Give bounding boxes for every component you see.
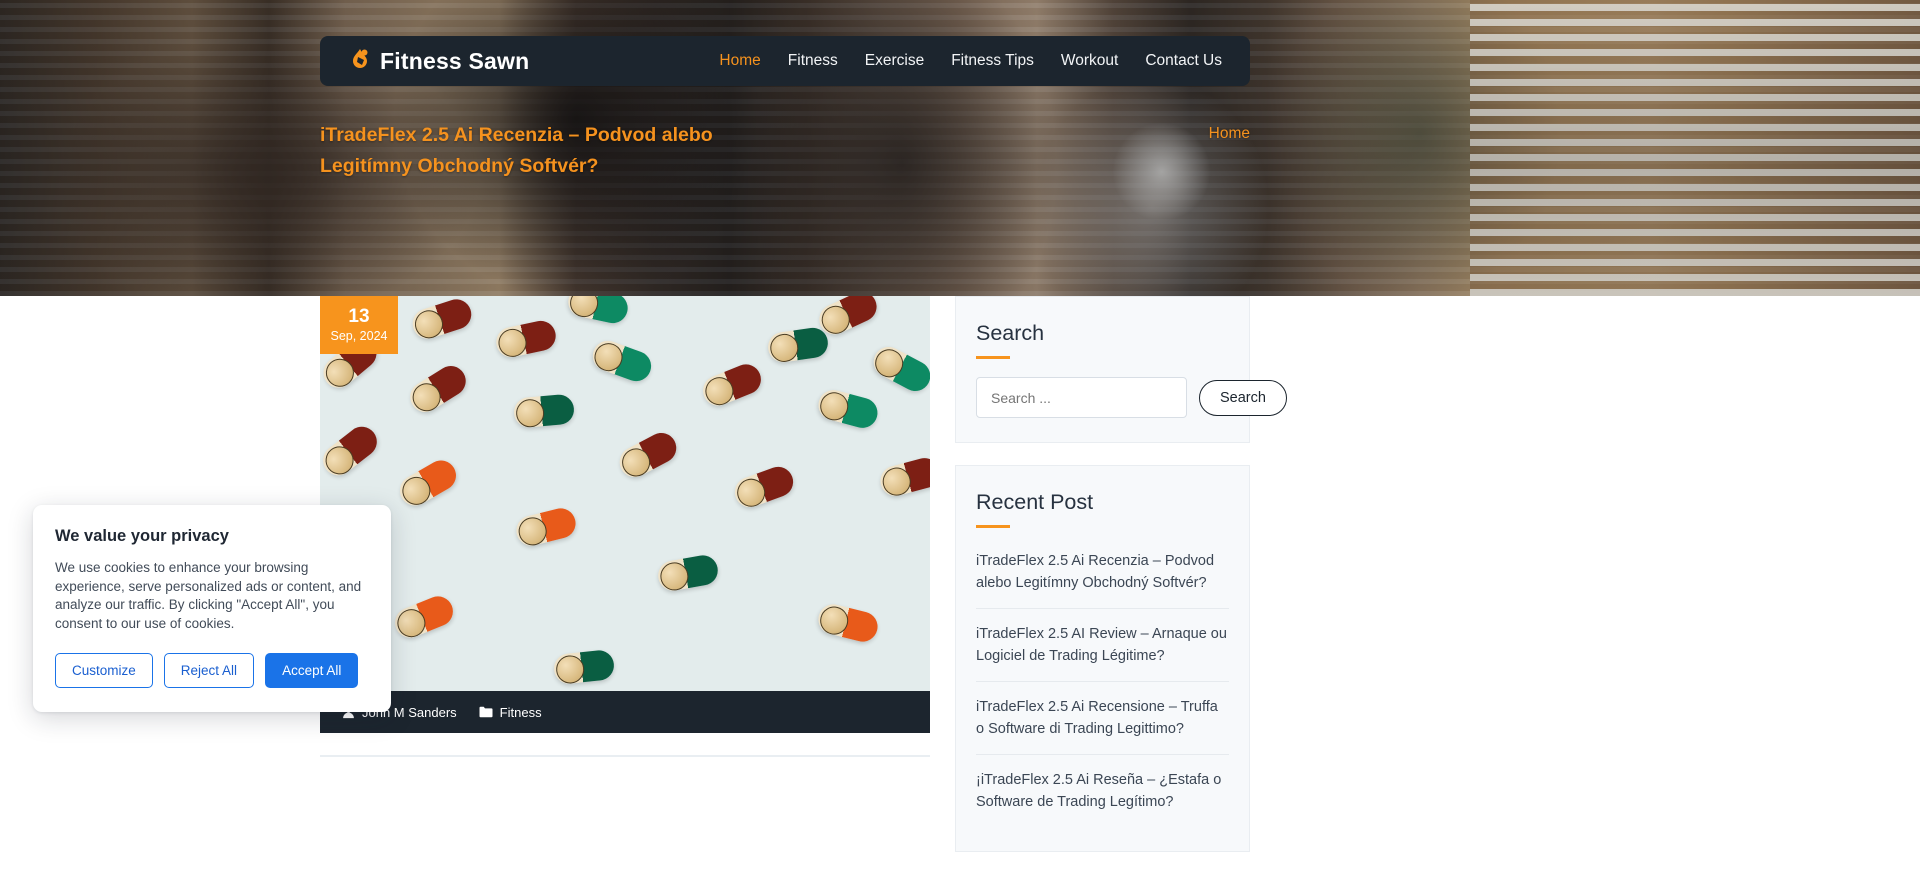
nav-item-exercise[interactable]: Exercise bbox=[865, 52, 924, 70]
recent-post-title: Recent Post bbox=[976, 490, 1094, 514]
list-item: iTradeFlex 2.5 Ai Recenzia – Podvod aleb… bbox=[976, 546, 1229, 609]
list-item: ¡iTradeFlex 2.5 Ai Reseña – ¿Estafa o So… bbox=[976, 755, 1229, 827]
flame-dumbbell-icon bbox=[348, 48, 372, 74]
recent-post-widget: Recent Post iTradeFlex 2.5 Ai Recenzia –… bbox=[955, 465, 1250, 852]
cookie-consent-dialog: We value your privacy We use cookies to … bbox=[33, 505, 391, 712]
article-spacer bbox=[320, 755, 930, 795]
recent-title-rule bbox=[976, 525, 1010, 528]
nav-links: Home Fitness Exercise Fitness Tips Worko… bbox=[719, 52, 1222, 70]
recent-post-link[interactable]: ¡iTradeFlex 2.5 Ai Reseña – ¿Estafa o So… bbox=[976, 769, 1229, 813]
cookie-dialog-title: We value your privacy bbox=[55, 527, 229, 545]
breadcrumb[interactable]: Home bbox=[1209, 120, 1250, 143]
article-divider bbox=[320, 755, 930, 757]
nav-item-fitness-tips[interactable]: Fitness Tips bbox=[951, 52, 1034, 70]
search-row: Search bbox=[976, 377, 1287, 418]
article-card: 13 Sep, 2024 John M Sanders Fitness bbox=[320, 296, 930, 795]
search-input[interactable] bbox=[976, 377, 1187, 418]
search-button[interactable]: Search bbox=[1199, 379, 1287, 416]
pill-illustration bbox=[320, 296, 930, 691]
page-title: iTradeFlex 2.5 Ai Recenzia – Podvod aleb… bbox=[320, 124, 713, 177]
featured-image: 13 Sep, 2024 bbox=[320, 296, 930, 691]
hero-heading-row: iTradeFlex 2.5 Ai Recenzia – Podvod aleb… bbox=[320, 120, 1250, 182]
recent-post-list: iTradeFlex 2.5 Ai Recenzia – Podvod aleb… bbox=[976, 546, 1229, 827]
site-logo[interactable]: Fitness Sawn bbox=[348, 48, 529, 75]
main-content: 13 Sep, 2024 John M Sanders Fitness bbox=[320, 296, 930, 874]
cookie-actions: Customize Reject All Accept All bbox=[55, 653, 369, 688]
nav-item-workout[interactable]: Workout bbox=[1061, 52, 1118, 70]
search-title-rule bbox=[976, 356, 1010, 359]
recent-post-link[interactable]: iTradeFlex 2.5 Ai Recenzia – Podvod aleb… bbox=[976, 550, 1229, 594]
nav-item-fitness[interactable]: Fitness bbox=[788, 52, 838, 70]
content-container: 13 Sep, 2024 John M Sanders Fitness Sear… bbox=[320, 296, 1287, 874]
sidebar: Search Search Recent Post iTradeFlex 2.5… bbox=[955, 296, 1287, 874]
brand-name: Fitness Sawn bbox=[380, 47, 530, 74]
list-item: iTradeFlex 2.5 AI Review – Arnaque ou Lo… bbox=[976, 609, 1229, 682]
folder-icon bbox=[479, 706, 493, 718]
cookie-reject-all-button[interactable]: Reject All bbox=[163, 653, 255, 688]
recent-post-link[interactable]: iTradeFlex 2.5 Ai Recensione – Truffa o … bbox=[976, 696, 1229, 740]
cookie-customize-button[interactable]: Customize bbox=[55, 653, 153, 688]
post-date-month-year: Sep, 2024 bbox=[330, 329, 388, 343]
list-item: iTradeFlex 2.5 Ai Recensione – Truffa o … bbox=[976, 682, 1229, 755]
nav-item-home[interactable]: Home bbox=[719, 52, 760, 70]
cookie-accept-all-button[interactable]: Accept All bbox=[265, 653, 359, 688]
nav-item-contact-us[interactable]: Contact Us bbox=[1145, 52, 1222, 70]
search-widget: Search Search bbox=[955, 296, 1287, 443]
post-category-label: Fitness bbox=[499, 704, 542, 720]
post-date-badge: 13 Sep, 2024 bbox=[320, 296, 398, 354]
cookie-dialog-text: We use cookies to enhance your browsing … bbox=[55, 560, 362, 631]
recent-post-link[interactable]: iTradeFlex 2.5 AI Review – Arnaque ou Lo… bbox=[976, 623, 1229, 667]
search-widget-title: Search bbox=[976, 321, 1045, 345]
main-navbar: Fitness Sawn Home Fitness Exercise Fitne… bbox=[320, 36, 1250, 86]
post-category[interactable]: Fitness bbox=[479, 705, 542, 720]
post-meta-bar: John M Sanders Fitness bbox=[320, 691, 930, 733]
post-date-day: 13 bbox=[348, 306, 370, 327]
